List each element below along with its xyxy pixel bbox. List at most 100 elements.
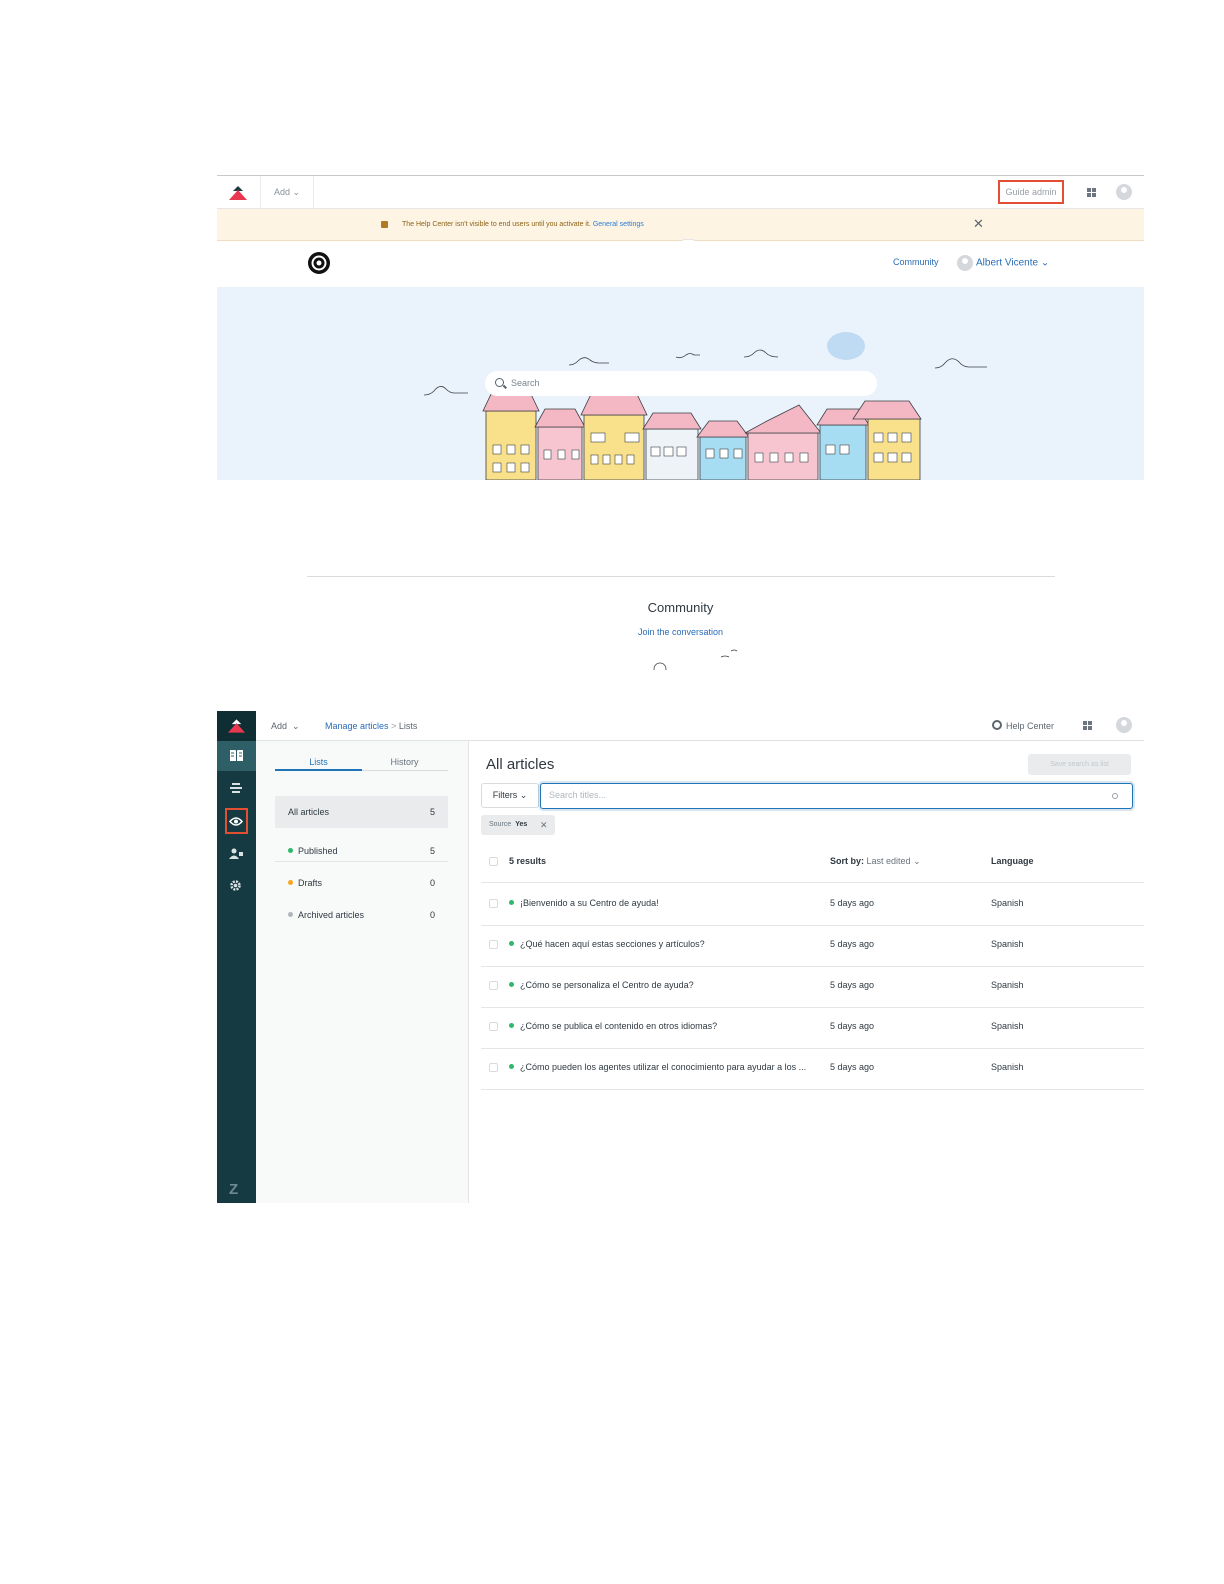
row-checkbox[interactable] — [489, 1022, 498, 1031]
list-item-published[interactable]: Published 5 — [275, 835, 448, 867]
row-checkbox[interactable] — [489, 940, 498, 949]
status-dot — [288, 912, 293, 917]
arrange-content-icon[interactable] — [217, 774, 256, 804]
lock-icon — [381, 221, 388, 228]
section-divider — [307, 576, 1055, 577]
row-checkbox[interactable] — [489, 1063, 498, 1072]
article-title[interactable]: ¿Cómo se personaliza el Centro de ayuda? — [520, 980, 694, 990]
community-illustration — [653, 649, 738, 670]
search-input[interactable]: Search titles... — [540, 783, 1133, 809]
guide-admin-screenshot: Z Add ⌄ Manage articles > Lists Help Cen… — [217, 711, 1144, 1203]
breadcrumb-current: Lists — [398, 721, 418, 731]
search-icon — [495, 378, 504, 387]
user-menu[interactable]: Albert Vicente ⌄ — [957, 255, 1049, 271]
zendesk-footer-logo-icon[interactable]: Z — [229, 1181, 238, 1198]
remove-filter-icon[interactable]: ✕ — [540, 815, 548, 835]
guide-admin-topbar: Add ⌄ Manage articles > Lists Help Cente… — [256, 711, 1144, 741]
row-checkbox[interactable] — [489, 981, 498, 990]
last-edited: 5 days ago — [830, 980, 875, 990]
brand-logo-icon[interactable] — [307, 251, 331, 275]
add-menu[interactable]: Add ⌄ — [260, 176, 314, 208]
zendesk-guide-logo-icon[interactable] — [229, 186, 247, 200]
user-permissions-icon[interactable] — [217, 839, 256, 869]
status-dot — [288, 880, 293, 885]
article-title[interactable]: ¿Cómo se publica el contenido en otros i… — [520, 1021, 717, 1031]
activation-banner: The Help Center isn't visible to end use… — [217, 209, 1144, 246]
tab-lists[interactable]: Lists — [275, 757, 362, 767]
help-center-header: Community Albert Vicente ⌄ — [217, 241, 1144, 287]
list-item-drafts[interactable]: Drafts 0 — [275, 867, 448, 899]
last-edited: 5 days ago — [830, 898, 875, 908]
table-row[interactable]: ¿Cómo pueden los agentes utilizar el con… — [481, 1048, 1144, 1090]
user-name: Albert Vicente — [976, 257, 1039, 269]
book-icon[interactable] — [217, 741, 256, 771]
last-edited: 5 days ago — [830, 939, 875, 949]
join-conversation-link[interactable]: Join the conversation — [217, 627, 1144, 637]
article-language: Spanish — [991, 1062, 1024, 1072]
status-dot — [288, 848, 293, 853]
breadcrumb-manage-articles[interactable]: Manage articles — [325, 721, 389, 731]
help-center-link[interactable]: Help Center — [992, 720, 1054, 731]
zendesk-guide-logo-icon[interactable] — [217, 711, 256, 741]
table-row[interactable]: ¿Cómo se personaliza el Centro de ayuda?… — [481, 966, 1144, 1008]
lifebuoy-icon — [992, 720, 1002, 730]
active-tab-indicator — [275, 769, 362, 771]
filters-button[interactable]: Filters ⌄ — [481, 783, 539, 808]
eye-icon-highlight — [225, 808, 248, 834]
article-language: Spanish — [991, 980, 1024, 990]
last-edited: 5 days ago — [830, 1021, 875, 1031]
table-header: 5 results Sort by: Last edited ⌄ Languag… — [481, 842, 1144, 883]
page-title: All articles — [486, 756, 555, 773]
tab-history[interactable]: History — [361, 757, 448, 767]
breadcrumb-separator: > — [391, 721, 397, 731]
gear-icon[interactable] — [217, 871, 256, 901]
table-row[interactable]: ¿Cómo se publica el contenido en otros i… — [481, 1007, 1144, 1049]
list-item-all-articles[interactable]: All articles 5 — [275, 796, 448, 828]
close-icon[interactable]: ✕ — [973, 216, 984, 232]
avatar[interactable] — [1116, 717, 1132, 733]
breadcrumb: Manage articles > Lists — [325, 721, 417, 731]
sort-dropdown[interactable]: Sort by: Last edited ⌄ — [830, 856, 921, 867]
articles-main: All articles Save search as list Filters… — [469, 741, 1144, 1203]
select-all-checkbox[interactable] — [489, 857, 498, 866]
article-title[interactable]: ¿Cómo pueden los agentes utilizar el con… — [520, 1062, 806, 1072]
guide-admin-button[interactable]: Guide admin — [998, 180, 1064, 204]
hero-search-input[interactable]: Search — [485, 371, 877, 396]
last-edited: 5 days ago — [830, 1062, 875, 1072]
results-count: 5 results — [509, 856, 547, 866]
published-dot — [509, 900, 514, 905]
hero-banner: Search — [217, 287, 1144, 480]
help-center-screenshot: Add ⌄ Guide admin The Help Center isn't … — [217, 175, 1144, 670]
list-item-archived[interactable]: Archived articles 0 — [275, 899, 448, 931]
chevron-down-icon: ⌄ — [292, 187, 301, 197]
community-heading: Community — [647, 600, 714, 615]
general-settings-link[interactable]: General settings — [593, 221, 644, 228]
side-rail: Z — [217, 711, 256, 1203]
product-tray-icon[interactable] — [1087, 188, 1096, 197]
table-row[interactable]: ¡Bienvenido a su Centro de ayuda! 5 days… — [481, 884, 1144, 926]
article-language: Spanish — [991, 1021, 1024, 1031]
article-title[interactable]: ¿Qué hacen aquí estas secciones y artícu… — [520, 939, 705, 949]
article-title[interactable]: ¡Bienvenido a su Centro de ayuda! — [520, 898, 659, 908]
help-center-topbar: Add ⌄ Guide admin — [217, 176, 1144, 209]
avatar[interactable] — [1116, 184, 1132, 200]
table-row[interactable]: ¿Qué hacen aquí estas secciones y artícu… — [481, 925, 1144, 967]
published-dot — [509, 1023, 514, 1028]
community-link[interactable]: Community — [893, 257, 939, 267]
language-column-header: Language — [991, 856, 1034, 866]
published-dot — [509, 982, 514, 987]
chevron-down-icon: ⌄ — [1040, 257, 1050, 269]
add-menu[interactable]: Add ⌄ — [271, 721, 300, 732]
filter-chip-source: Source Yes ✕ — [481, 815, 555, 835]
published-dot — [509, 1064, 514, 1069]
row-checkbox[interactable] — [489, 899, 498, 908]
save-search-button[interactable]: Save search as list — [1028, 754, 1131, 775]
article-language: Spanish — [991, 939, 1024, 949]
article-language: Spanish — [991, 898, 1024, 908]
published-dot — [509, 941, 514, 946]
product-tray-icon[interactable] — [1083, 721, 1092, 730]
lists-panel: Lists History All articles 5 Published 5… — [256, 741, 469, 1203]
chevron-down-icon: ⌄ — [292, 721, 300, 731]
search-icon — [1112, 793, 1118, 799]
banner-text: The Help Center isn't visible to end use… — [402, 221, 591, 228]
